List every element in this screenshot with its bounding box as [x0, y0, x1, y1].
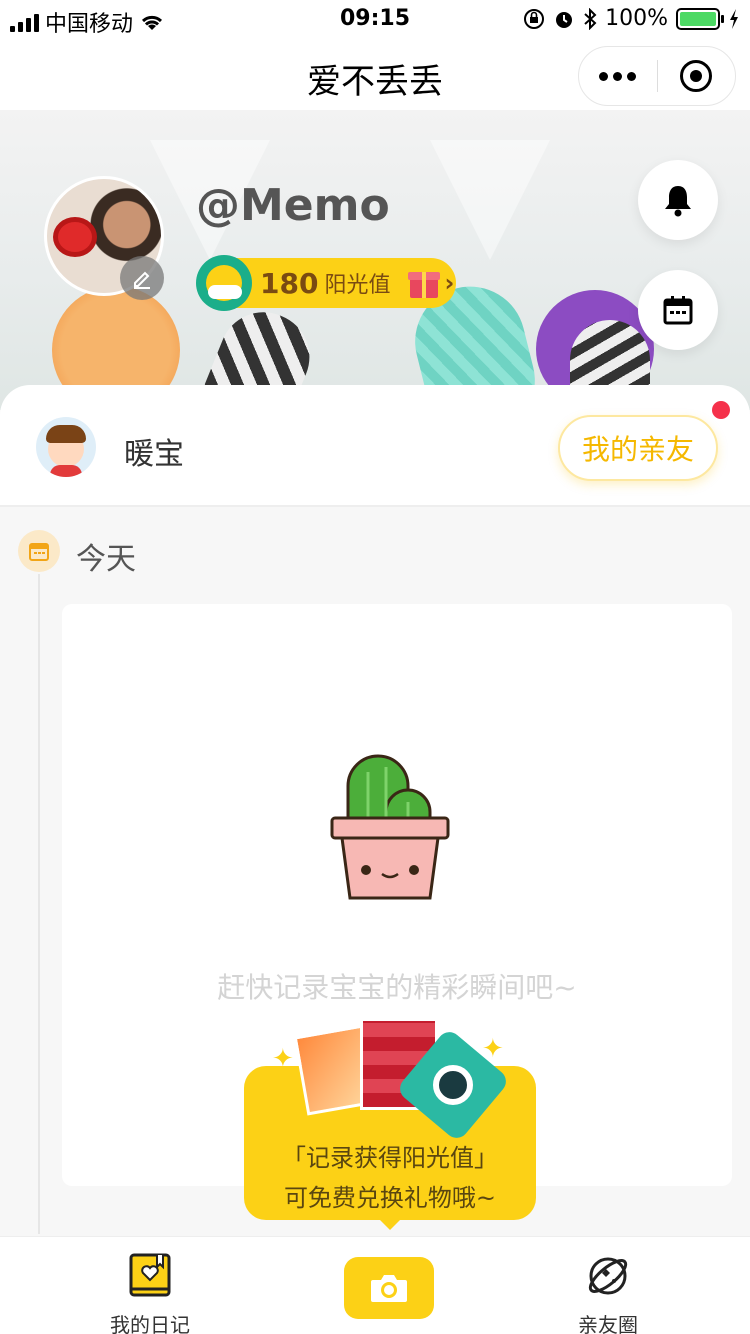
sparkle-icon: ✦: [272, 1044, 294, 1074]
cactus-illustration: [330, 754, 450, 900]
orientation-lock-icon: [524, 8, 545, 29]
today-label: 今天: [76, 542, 136, 577]
sunshine-value: 180: [260, 266, 319, 300]
camera-icon: [371, 1275, 407, 1302]
bluetooth-icon: [584, 7, 597, 30]
empty-hint-text: 赶快记录宝宝的精彩瞬间吧~: [217, 971, 577, 1004]
alarm-icon: [556, 11, 573, 28]
sparkle-icon: ✦: [482, 1034, 504, 1064]
charging-icon: [730, 8, 738, 29]
profile-hero: @Memo 180 阳光值 ›: [0, 110, 750, 410]
miniprogram-capsule: [578, 46, 736, 106]
tab-friends-circle[interactable]: 亲友圈: [538, 1253, 678, 1334]
calendar-icon: [663, 296, 693, 325]
sunshine-icon: [196, 255, 252, 311]
gift-icon: [408, 268, 441, 298]
diary-book-icon: [129, 1253, 171, 1297]
notifications-button[interactable]: [638, 160, 718, 240]
edit-icon: [134, 271, 150, 289]
baby-avatar[interactable]: [36, 417, 96, 477]
promo-line-2: 可免费兑换礼物哦~: [283, 1184, 497, 1212]
camera-record-button[interactable]: [344, 1257, 434, 1319]
more-dot-icon: [627, 71, 637, 81]
username: @Memo: [196, 180, 390, 231]
sunshine-value-pill[interactable]: 180 阳光值 ›: [196, 255, 456, 311]
my-friends-button[interactable]: 我的亲友: [558, 415, 718, 481]
notification-dot: [712, 401, 730, 419]
baby-name: 暖宝: [124, 437, 184, 472]
calendar-button[interactable]: [638, 270, 718, 350]
nav-bar: 爱不丢丢: [0, 40, 750, 110]
more-dot-icon: [599, 71, 609, 81]
planet-icon: [588, 1257, 628, 1295]
target-icon: [680, 60, 713, 92]
edit-avatar-button[interactable]: [120, 256, 164, 300]
battery-icon: [676, 7, 724, 30]
sunshine-label: 阳光值: [324, 273, 391, 298]
today-calendar-icon: [18, 530, 60, 572]
more-dot-icon: [613, 71, 623, 81]
tab-my-diary-label: 我的日记: [110, 1313, 190, 1334]
promo-line-1: 「记录获得阳光值」: [282, 1144, 498, 1172]
tab-friends-circle-label: 亲友圈: [578, 1313, 638, 1334]
close-miniprogram-button[interactable]: [658, 60, 736, 92]
calendar-small-icon: [29, 543, 49, 561]
decor-triangle: [430, 140, 550, 260]
status-bar: 中国移动 09:15 100%: [0, 0, 750, 40]
baby-selector-card: 暖宝 我的亲友: [0, 385, 750, 507]
tab-bar: 我的日记 亲友圈: [0, 1236, 750, 1334]
bell-icon: [665, 186, 691, 217]
more-menu-button[interactable]: [579, 71, 657, 81]
chevron-right-icon: ›: [444, 269, 455, 297]
timeline-line: [38, 574, 40, 1234]
avatar-photo-detail: [53, 217, 97, 257]
status-right: 100%: [523, 6, 740, 31]
tab-my-diary[interactable]: 我的日记: [80, 1253, 220, 1334]
battery-percent: 100%: [605, 6, 668, 31]
